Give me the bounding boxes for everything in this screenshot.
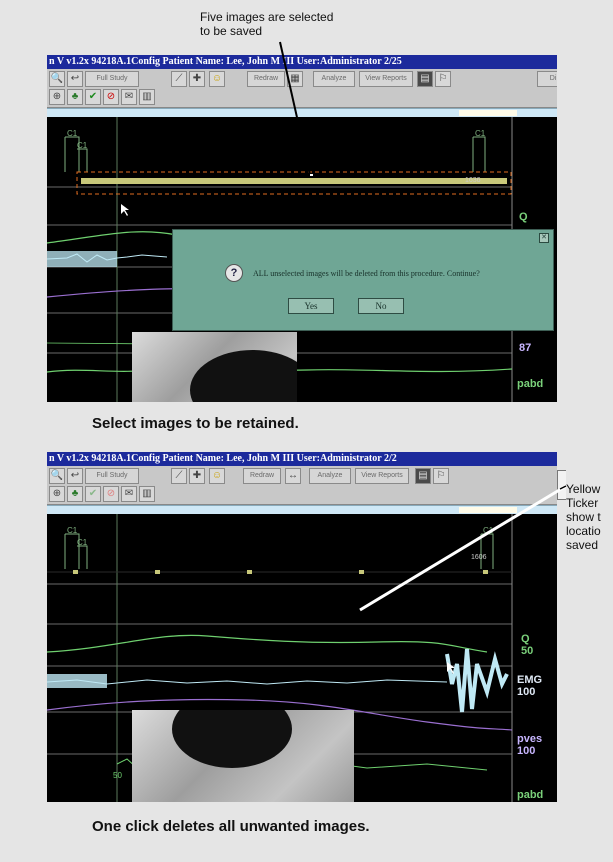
- caption-bottom: One click deletes all unwanted images.: [92, 818, 370, 835]
- leader-line-2: [359, 484, 567, 612]
